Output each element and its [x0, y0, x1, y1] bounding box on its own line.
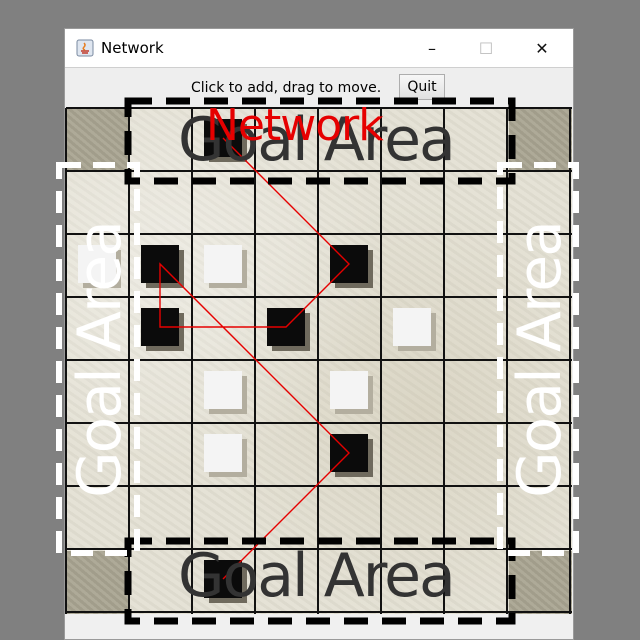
grid-line-horizontal [66, 611, 572, 613]
game-board[interactable] [65, 107, 572, 614]
grid-line-vertical [254, 108, 256, 614]
white-piece[interactable] [204, 434, 242, 472]
grid-line-horizontal [66, 485, 572, 487]
minimize-button[interactable]: – [409, 29, 455, 67]
grid-line-horizontal [66, 422, 572, 424]
grid-line-horizontal [66, 233, 572, 235]
corner-square-bottom-left [66, 551, 129, 614]
white-piece[interactable] [204, 371, 242, 409]
black-piece[interactable] [141, 308, 179, 346]
network-label: Network [206, 100, 384, 151]
corner-square-top-left [66, 108, 129, 171]
grid-line-vertical [443, 108, 445, 614]
white-piece[interactable] [204, 245, 242, 283]
black-piece[interactable] [267, 308, 305, 346]
white-piece[interactable] [330, 371, 368, 409]
window-title: Network [101, 39, 164, 57]
grid-line-vertical [191, 108, 193, 614]
quit-button[interactable]: Quit [399, 74, 445, 100]
corner-square-top-right [509, 108, 572, 171]
close-icon: ✕ [535, 38, 549, 58]
maximize-icon: ☐ [478, 38, 494, 58]
grid-line-vertical [317, 108, 319, 614]
maximize-button[interactable]: ☐ [463, 29, 509, 67]
goal-area-label-left: Goal Area [65, 222, 135, 498]
black-piece[interactable] [141, 245, 179, 283]
title-bar[interactable]: Network – ☐ ✕ [65, 29, 573, 67]
close-button[interactable]: ✕ [519, 29, 565, 67]
minimize-icon: – [428, 38, 436, 58]
white-piece[interactable] [393, 308, 431, 346]
black-piece[interactable] [330, 434, 368, 472]
goal-area-label-bottom: Goal Area [178, 541, 456, 611]
grid-line-horizontal [66, 359, 572, 361]
java-app-icon [76, 39, 94, 57]
goal-area-label-right: Goal Area [505, 222, 575, 498]
corner-square-bottom-right [509, 551, 572, 614]
black-piece[interactable] [330, 245, 368, 283]
grid-line-vertical [380, 108, 382, 614]
instructions-text: Click to add, drag to move. [191, 80, 382, 96]
grid-line-horizontal [66, 296, 572, 298]
